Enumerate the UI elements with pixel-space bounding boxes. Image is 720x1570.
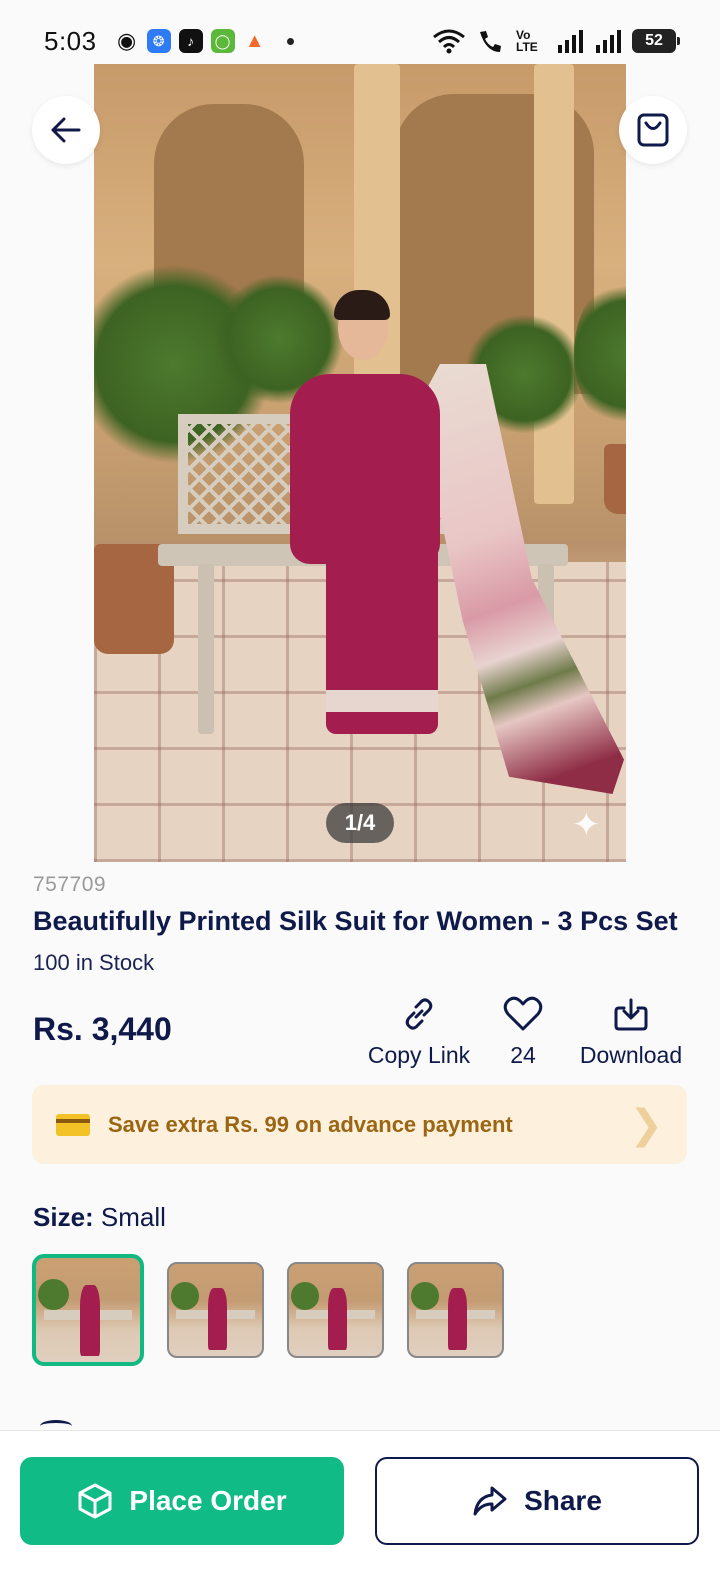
call-icon [480, 31, 501, 52]
signal-icon [558, 30, 583, 53]
copy-link-label: Copy Link [367, 1042, 471, 1068]
size-label: Size: [33, 1202, 94, 1232]
share-label: Share [524, 1485, 602, 1516]
size-value: Small [100, 1202, 166, 1232]
back-button[interactable] [32, 96, 100, 164]
download-label: Download [579, 1042, 683, 1068]
app-blue-icon: ❂ [146, 29, 171, 53]
tiktok-icon: ♪ [178, 29, 203, 53]
size-selector-label: Size: Small [33, 1202, 166, 1233]
heart-icon [503, 996, 543, 1031]
product-title: Beautifully Printed Silk Suit for Women … [33, 906, 678, 936]
status-time: 5:03 [44, 25, 97, 56]
sparkle-icon: ✦ [572, 806, 601, 844]
chevron-right-icon: ❯ [629, 1102, 663, 1147]
wifi-icon [433, 29, 465, 54]
variant-thumbnail-1[interactable] [32, 1254, 144, 1366]
download-icon [614, 998, 648, 1031]
share-icon [473, 1486, 507, 1516]
product-image[interactable]: 1/4 ✦ [94, 64, 626, 862]
share-button[interactable]: Share [375, 1457, 699, 1545]
like-count: 24 [510, 1042, 536, 1068]
stock-status: 100 in Stock [33, 950, 155, 975]
chat-icon: ◉ [117, 28, 137, 53]
place-order-button[interactable]: Place Order [20, 1457, 344, 1545]
system-icons: Vo LTE 52 [432, 28, 680, 54]
promo-text: Save extra Rs. 99 on advance payment [108, 1111, 513, 1137]
notification-icons: ◉ ❂ ♪ ◯ ▲ [115, 28, 294, 53]
volte-icon: Vo LTE [516, 28, 538, 54]
variant-thumbnail-2[interactable] [167, 1262, 264, 1358]
download-button[interactable]: Download [572, 992, 690, 1069]
variant-thumbnail-3[interactable] [287, 1262, 384, 1358]
link-icon [405, 998, 433, 1030]
battery-indicator: 52 [632, 29, 680, 53]
box-icon [78, 1483, 112, 1519]
product-price: Rs. 3,440 [33, 1011, 172, 1047]
copy-link-button[interactable]: Copy Link [364, 992, 474, 1069]
image-counter: 1/4 [326, 803, 394, 843]
advance-payment-banner[interactable]: Save extra Rs. 99 on advance payment ❯ [32, 1085, 687, 1164]
cart-button[interactable] [619, 96, 687, 164]
arrow-left-icon [51, 117, 81, 143]
like-button[interactable]: 24 [490, 992, 556, 1069]
app-orange-icon: ▲ [244, 29, 265, 52]
place-order-label: Place Order [129, 1485, 287, 1516]
shopping-bag-icon [637, 113, 669, 147]
signal-icon [596, 30, 621, 53]
product-sku: 757709 [33, 873, 107, 896]
app-green-icon: ◯ [210, 29, 235, 53]
more-notifications-dot [286, 37, 294, 45]
bottom-action-bar: Place Order Share [0, 1430, 720, 1570]
credit-card-icon [56, 1113, 90, 1136]
variant-thumbnail-4[interactable] [407, 1262, 504, 1358]
